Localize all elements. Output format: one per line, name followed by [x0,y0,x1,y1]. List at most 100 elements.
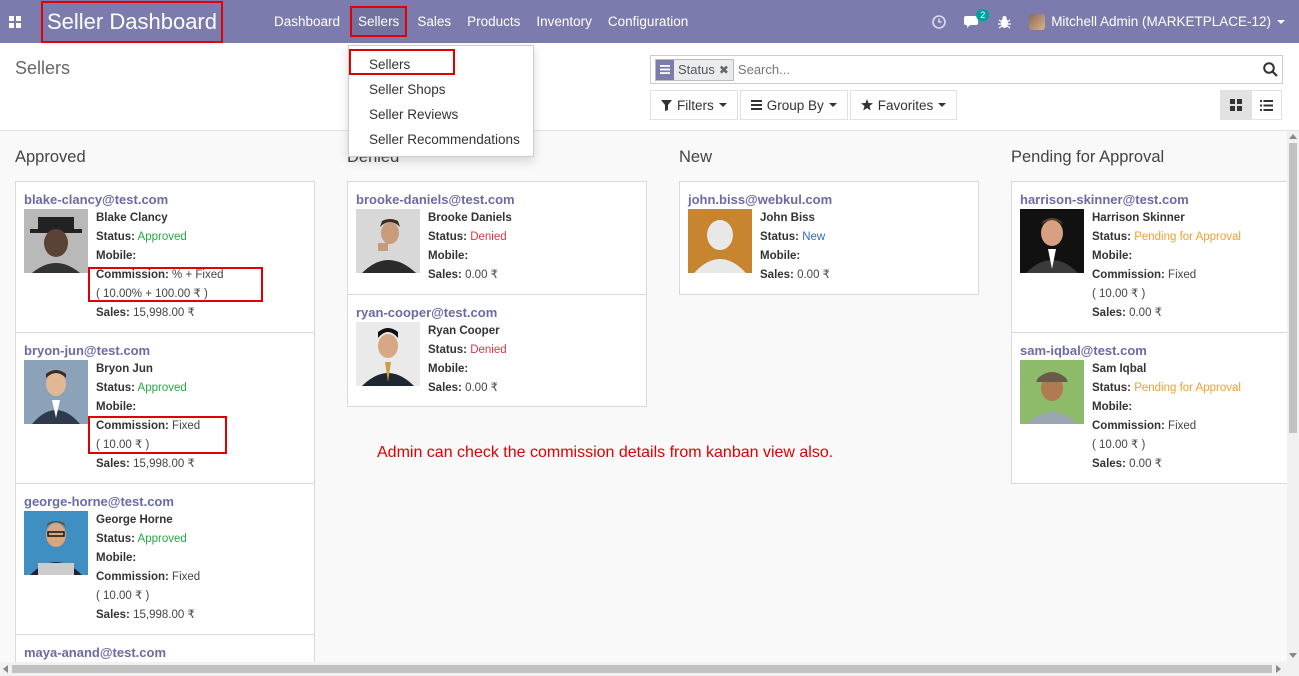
status-value: Pending for Approval [1134,231,1241,243]
seller-card[interactable]: bryon-jun@test.com Bryon Jun Status: App… [15,332,315,484]
user-menu[interactable]: Mitchell Admin (MARKETPLACE-12) [1029,13,1285,30]
seller-email: ryan-cooper@test.com [356,305,498,320]
sales-label: Sales: [1092,458,1126,470]
commission-detail: ( 10.00 ₹ ) [96,590,150,602]
annotation-note: Admin can check the commission details f… [377,444,834,461]
chevron-down-icon [828,103,837,107]
seller-card[interactable]: george-horne@test.com George Horne Statu… [15,483,315,635]
chevron-down-icon [938,103,947,107]
kanban-view-button[interactable] [1220,90,1251,120]
menu-sales[interactable]: Sales [409,0,459,43]
commission-label: Commission: [1092,269,1165,281]
remove-facet-icon[interactable]: ✖ [719,63,733,77]
bug-icon[interactable] [998,15,1012,29]
filters-button[interactable]: Filters [650,90,738,120]
seller-email: john.biss@webkul.com [688,192,833,207]
vertical-scrollbar[interactable] [1287,131,1299,662]
main-menu: Dashboard Sellers Sales Products Invento… [266,0,696,43]
search-icon[interactable] [1258,62,1282,77]
column-title-pending[interactable]: Pending for Approval [1011,148,1164,167]
sales-value: 0.00 ₹ [797,269,830,281]
status-label: Status: [428,231,467,243]
column-title-approved[interactable]: Approved [15,148,86,167]
dropdown-item-seller-shops[interactable]: Seller Shops [369,82,446,97]
kanban-board: Approved Denied New Pending for Approval… [0,131,1287,662]
dropdown-item-seller-recommendations[interactable]: Seller Recommendations [369,132,520,147]
scroll-up-icon[interactable] [1289,134,1297,139]
search-options: Filters Group By Favorites [650,90,958,120]
sales-label: Sales: [96,609,130,621]
facet-label: Status [678,62,715,77]
mobile-label: Mobile: [1092,401,1133,413]
vertical-scroll-thumb[interactable] [1289,143,1297,433]
seller-photo [356,322,420,386]
favorites-button[interactable]: Favorites [849,90,958,120]
status-value: Pending for Approval [1134,382,1241,394]
search-bar: Status ✖ [650,55,1283,84]
menu-dashboard[interactable]: Dashboard [266,0,348,43]
seller-details: John Biss Status: New Mobile: Sales: 0.0… [760,209,830,285]
sales-label: Sales: [760,269,794,281]
seller-card[interactable]: harrison-skinner@test.com Harrison Skinn… [1011,181,1287,333]
column-title-new[interactable]: New [679,148,712,167]
menu-products[interactable]: Products [459,0,528,43]
star-icon [860,99,873,111]
filters-label: Filters [677,97,714,113]
mobile-label: Mobile: [1092,250,1133,262]
menu-sellers[interactable]: Sellers [350,6,408,37]
scroll-left-icon[interactable] [3,665,8,673]
menu-configuration[interactable]: Configuration [600,0,696,43]
status-label: Status: [96,382,135,394]
top-navbar: Seller Dashboard Dashboard Sellers Sales… [0,0,1299,43]
breadcrumb: Sellers [15,58,71,78]
seller-email: sam-iqbal@test.com [1020,343,1147,358]
sales-label: Sales: [96,307,130,319]
seller-card[interactable]: ryan-cooper@test.com Ryan Cooper Status:… [347,294,647,407]
chevron-down-icon [1277,19,1285,24]
mobile-label: Mobile: [96,552,137,564]
dropdown-item-sellers[interactable]: Sellers [369,57,410,72]
seller-name: Brooke Daniels [428,212,512,224]
seller-name: Bryon Jun [96,363,153,375]
group-by-button[interactable]: Group By [739,90,848,120]
seller-photo [24,360,88,424]
seller-card[interactable]: maya-anand@test.com [15,634,315,662]
control-panel: Sellers Status ✖ Filters Group By Favori… [0,43,1299,131]
commission-detail: ( 10.00 ₹ ) [1092,288,1146,300]
search-facet: Status ✖ [655,58,734,81]
horizontal-scroll-thumb[interactable] [12,665,1272,673]
list-view-button[interactable] [1251,90,1282,120]
group-by-label: Group By [766,97,824,113]
seller-name: John Biss [760,212,815,224]
seller-details: Blake Clancy Status: Approved Mobile: Co… [96,209,224,323]
seller-card[interactable]: john.biss@webkul.com John Biss Status: N… [679,181,979,295]
seller-card[interactable]: blake-clancy@test.com Blake Clancy Statu… [15,181,315,333]
app-title[interactable]: Seller Dashboard [41,1,223,43]
scroll-down-icon[interactable] [1289,653,1297,658]
favorites-label: Favorites [877,97,934,113]
sales-value: 0.00 ₹ [465,269,498,281]
seller-email: brooke-daniels@test.com [356,192,515,207]
sales-value: 15,998.00 ₹ [133,307,195,319]
clock-icon[interactable] [932,14,946,29]
scroll-right-icon[interactable] [1276,665,1281,673]
grid-icon [1229,99,1242,111]
sales-value: 15,998.00 ₹ [133,609,195,621]
horizontal-scrollbar[interactable] [0,662,1299,676]
dropdown-item-seller-reviews[interactable]: Seller Reviews [369,107,458,122]
seller-name: Ryan Cooper [428,325,500,337]
search-input[interactable] [733,62,1258,77]
seller-email: george-horne@test.com [24,494,174,509]
navbar-right: 2 Mitchell Admin (MARKETPLACE-12) [932,0,1285,43]
status-value: New [802,231,826,243]
seller-card[interactable]: brooke-daniels@test.com Brooke Daniels S… [347,181,647,295]
seller-email: maya-anand@test.com [24,645,166,660]
menu-inventory[interactable]: Inventory [528,0,600,43]
apps-menu-icon[interactable] [0,0,30,43]
seller-photo [688,209,752,273]
chat-icon[interactable]: 2 [964,8,990,29]
seller-card[interactable]: sam-iqbal@test.com Sam Iqbal Status: Pen… [1011,332,1287,484]
seller-email: harrison-skinner@test.com [1020,192,1189,207]
commission-type: Fixed [1168,269,1197,281]
mobile-label: Mobile: [760,250,801,262]
